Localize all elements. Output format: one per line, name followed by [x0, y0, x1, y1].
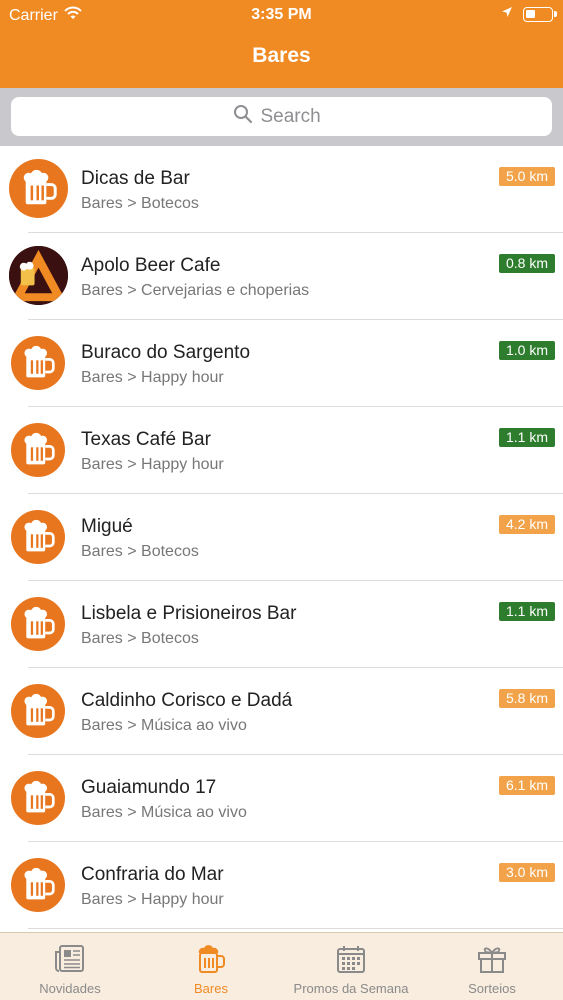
tab-label: Sorteios [468, 981, 516, 996]
bar-category: Bares > Botecos [81, 195, 199, 212]
distance-badge: 3.0 km [498, 863, 555, 882]
bar-category: Bares > Happy hour [81, 456, 224, 473]
newspaper-icon [55, 945, 84, 972]
status-time: 3:35 PM [251, 6, 312, 23]
list-item[interactable]: Buraco do Sargento Bares > Happy hour 1.… [0, 320, 563, 407]
bar-category: Bares > Música ao vivo [81, 717, 247, 734]
distance-badge: 6.1 km [498, 776, 555, 795]
beer-mug-avatar [11, 423, 65, 477]
beer-mug-icon [198, 945, 225, 973]
beer-mug-avatar [11, 771, 65, 825]
tab-novidades[interactable]: Novidades [30, 933, 110, 1000]
search-bar [0, 88, 563, 146]
list-item[interactable]: Migué Bares > Botecos 4.2 km [0, 494, 563, 581]
bar-name: Confraria do Mar [81, 864, 224, 885]
beer-mug-avatar [11, 684, 65, 738]
tab-sorteios[interactable]: Sorteios [457, 933, 527, 1000]
page-title: Bares [252, 44, 311, 67]
beer-mug-avatar [11, 597, 65, 651]
bar-name: Dicas de Bar [81, 168, 190, 189]
distance-badge: 5.0 km [498, 167, 555, 186]
app-header: Carrier 3:35 PM Bares [0, 0, 563, 88]
beer-mug-avatar [11, 336, 65, 390]
search-icon [233, 104, 253, 129]
bar-name: Texas Café Bar [81, 429, 211, 450]
bar-name: Buraco do Sargento [81, 342, 251, 363]
tab-label: Promos da Semana [293, 981, 409, 996]
search-input[interactable] [260, 105, 331, 128]
status-bar: Carrier 3:35 PM [0, 0, 563, 30]
bar-name: Lisbela e Prisioneiros Bar [81, 603, 297, 624]
list-item[interactable]: Caldinho Corisco e Dadá Bares > Música a… [0, 668, 563, 755]
bar-category: Bares > Cervejarias e choperias [81, 282, 310, 299]
tab-label: Bares [194, 981, 228, 996]
gift-icon [478, 947, 506, 973]
list-item[interactable]: Lisbela e Prisioneiros Bar Bares > Botec… [0, 581, 563, 668]
distance-badge: 5.8 km [498, 689, 555, 708]
tab-label: Novidades [39, 981, 101, 996]
bar-category: Bares > Botecos [81, 543, 199, 560]
beer-mug-avatar [11, 510, 65, 564]
bar-category: Bares > Música ao vivo [81, 804, 247, 821]
bar-name: Guaiamundo 17 [81, 777, 217, 798]
tab-bares[interactable]: Bares [176, 933, 246, 1000]
list-item[interactable]: Dicas de Bar Bares > Botecos 5.0 km [0, 146, 563, 233]
distance-badge: 1.1 km [498, 428, 555, 447]
bar-name: Migué [81, 516, 133, 537]
distance-badge: 1.0 km [498, 341, 555, 360]
beer-mug-avatar [9, 159, 68, 218]
calendar-icon [337, 946, 365, 973]
list-item[interactable]: Guaiamundo 17 Bares > Música ao vivo 6.1… [0, 755, 563, 842]
status-right [501, 5, 557, 23]
battery-icon [523, 6, 557, 22]
tab-bar: Novidades Bares Promos da Semana Sorteio… [0, 932, 563, 1000]
distance-badge: 4.2 km [498, 515, 555, 534]
distance-badge: 1.1 km [498, 602, 555, 621]
beer-mug-avatar [11, 858, 65, 912]
apolo-logo-avatar [9, 246, 68, 305]
list-item[interactable]: Confraria do Mar Bares > Happy hour 3.0 … [0, 842, 563, 929]
bar-category: Bares > Botecos [81, 630, 199, 647]
list-item[interactable]: Texas Café Bar Bares > Happy hour 1.1 km [0, 407, 563, 494]
search-field[interactable] [11, 97, 552, 136]
bar-name: Caldinho Corisco e Dadá [81, 690, 293, 711]
tab-promos-da-semana[interactable]: Promos da Semana [281, 933, 421, 1000]
bar-category: Bares > Happy hour [81, 369, 224, 386]
bar-name: Apolo Beer Cafe [81, 255, 221, 276]
bar-list: Dicas de Bar Bares > Botecos 5.0 km Apol… [0, 146, 563, 929]
distance-badge: 0.8 km [498, 254, 555, 273]
location-arrow-icon [501, 5, 513, 23]
bar-category: Bares > Happy hour [81, 891, 224, 908]
list-item[interactable]: Apolo Beer Cafe Bares > Cervejarias e ch… [0, 233, 563, 320]
